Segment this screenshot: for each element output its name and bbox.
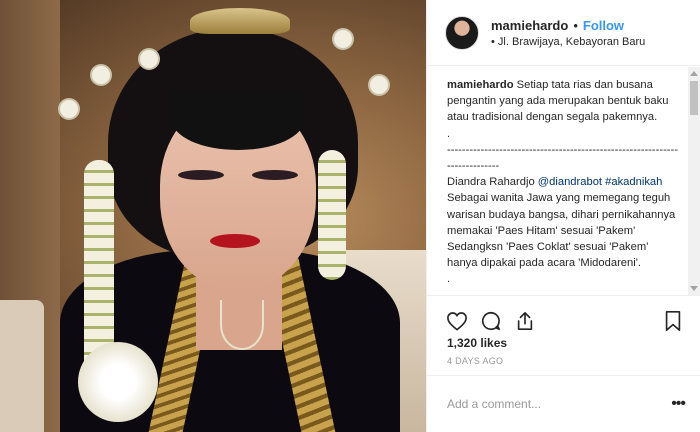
post-date[interactable]: 4 DAYS AGO [447,356,503,366]
caption-dot: . [447,273,451,286]
caption-author: Diandra Rahardjo [447,176,535,189]
mention-link[interactable]: @diandrabot [538,176,602,188]
photo-ornament [370,76,388,94]
photo-ornament [334,30,352,48]
caption-username[interactable]: mamiehardo [447,79,514,91]
photo-eye-right [252,170,298,180]
caption-line: mamiehardo Setiap tata rias dan busana p… [447,77,679,126]
comment-box: ••• [427,375,700,432]
comment-icon[interactable] [479,309,503,333]
photo-paes [172,90,304,150]
photo-eye-left [178,170,224,180]
location-row: • Jl. Brawijaya, Kebayoran Baru [491,36,645,48]
user-row: mamiehardo • Follow [491,18,645,33]
comment-input[interactable] [447,397,672,411]
caption-scrollbar[interactable] [688,67,700,295]
avatar[interactable] [445,15,479,50]
photo-necklace [220,300,264,350]
caption: mamiehardo Setiap tata rias dan busana p… [427,67,689,294]
post-header: mamiehardo • Follow • Jl. Brawijaya, Keb… [427,0,700,66]
photo-ornament [92,66,110,84]
more-icon[interactable]: ••• [671,395,686,413]
caption-paragraph: Sebagai wanita Jawa yang memegang teguh … [447,192,679,237]
location-link[interactable]: Jl. Brawijaya, Kebayoran Baru [498,36,645,48]
share-icon[interactable] [513,309,537,333]
photo-garland-right [318,150,346,280]
scroll-down-arrow-icon[interactable] [690,286,698,291]
separator-dot: • [573,17,578,33]
hashtag-link[interactable]: #akadnikah [605,176,662,188]
likes-count[interactable]: 1,320 likes [447,336,507,350]
caption-credit: Diandra Rahardjo @diandrabot #akadnikah [447,174,679,190]
photo-ornament [60,100,78,118]
post-photo[interactable] [0,0,426,432]
scrollbar-thumb[interactable] [690,81,698,115]
action-bar [427,295,700,335]
header-text: mamiehardo • Follow • Jl. Brawijaya, Keb… [491,18,645,48]
photo-lips [210,234,260,248]
photo-flower-bloom [78,342,158,422]
caption-paragraph: Sedangksn 'Paes Coklat' sesuai 'Pakem' h… [447,241,652,270]
caption-divider: ----------------------------------------… [447,143,678,173]
username-link[interactable]: mamiehardo [491,18,568,33]
photo-ornament [140,50,158,68]
bookmark-icon[interactable] [661,309,685,333]
follow-button[interactable]: Follow [583,18,624,33]
heart-icon[interactable] [445,309,469,333]
caption-dot: . [447,127,451,140]
photo-crown [190,8,290,34]
scroll-up-arrow-icon[interactable] [690,71,698,76]
location-dot: • [491,35,498,48]
photo-pillow [0,300,44,432]
post-sidebar: mamiehardo • Follow • Jl. Brawijaya, Keb… [426,0,700,432]
